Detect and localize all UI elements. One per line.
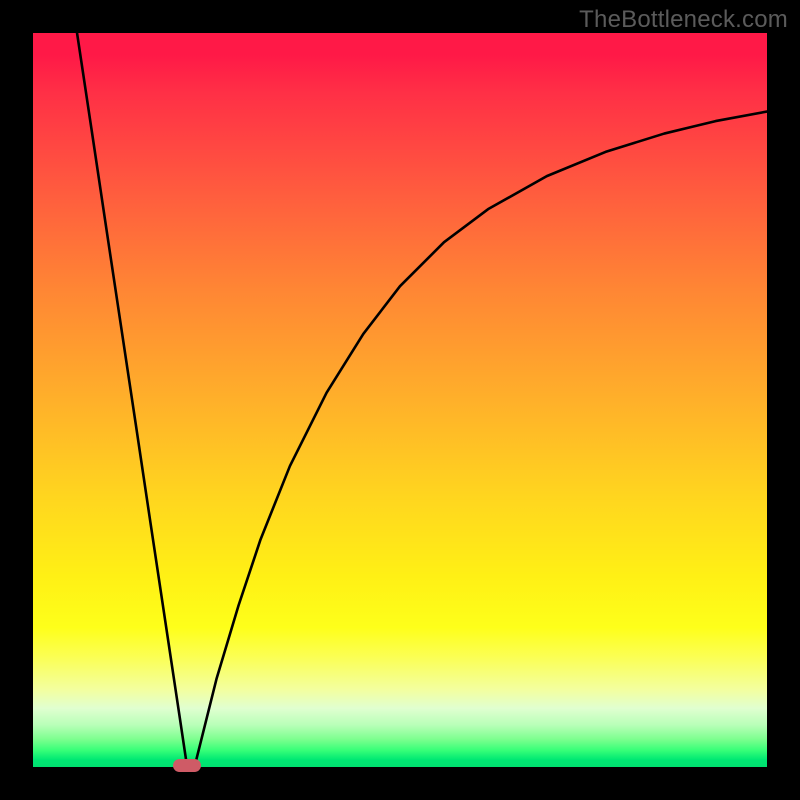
watermark-text: TheBottleneck.com: [579, 6, 788, 34]
curve-layer: [33, 33, 767, 767]
right-branch-path: [194, 112, 767, 767]
chart-frame: TheBottleneck.com: [0, 0, 800, 800]
plot-area: [33, 33, 767, 767]
left-branch-path: [77, 33, 187, 767]
minimum-marker: [173, 759, 201, 772]
